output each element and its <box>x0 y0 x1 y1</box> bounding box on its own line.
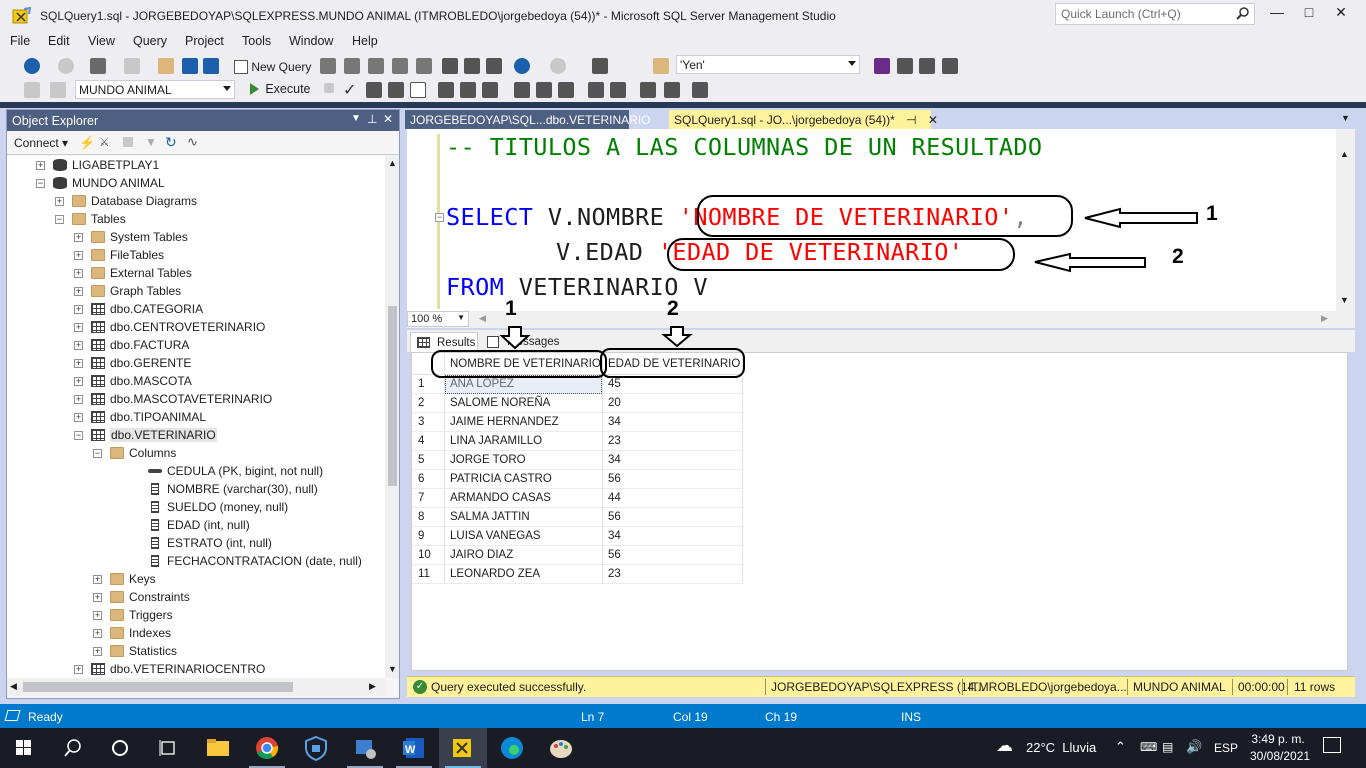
word-button[interactable]: W <box>390 728 438 768</box>
status-divider <box>1232 679 1233 695</box>
status-user: ITMROBLEDO\jorgebedoya... <box>968 680 1127 694</box>
status-divider <box>962 679 963 695</box>
svg-text:W: W <box>405 744 416 756</box>
config-manager-button[interactable] <box>341 728 389 768</box>
arrow-left-1 <box>1084 207 1198 229</box>
cortana-button[interactable] <box>96 728 144 768</box>
query-status-message: Query executed successfully. <box>431 680 587 694</box>
status-insert-mode: INS <box>901 710 922 724</box>
search-button[interactable] <box>48 728 96 768</box>
annotation-arrows <box>499 207 1198 350</box>
status-divider <box>765 679 766 695</box>
shield-icon <box>305 735 327 762</box>
ssms-button[interactable] <box>439 728 487 768</box>
sql-config-icon <box>356 740 376 759</box>
network-icon[interactable]: ▤ <box>1162 740 1173 754</box>
chrome-icon <box>256 737 279 759</box>
status-database: MUNDO ANIMAL <box>1133 680 1226 694</box>
status-ready: Ready <box>28 710 63 724</box>
ssms-icon <box>453 739 471 757</box>
arrow-down-2 <box>661 326 693 348</box>
show-hidden-icons[interactable]: ⌃ <box>1115 739 1126 755</box>
clock-time[interactable]: 3:49 p. m. <box>1250 732 1306 746</box>
start-button[interactable] <box>0 728 48 768</box>
input-language[interactable]: ESP <box>1214 741 1238 755</box>
task-view-icon <box>159 740 175 756</box>
word-icon: W <box>403 738 424 758</box>
notifications-icon[interactable] <box>1323 737 1341 753</box>
arrow-down-1 <box>499 326 531 350</box>
status-divider <box>1287 679 1288 695</box>
edge-button[interactable] <box>488 728 536 768</box>
status-row-count: 11 rows <box>1294 680 1336 694</box>
weather-cloud-icon[interactable]: ☁ <box>996 736 1013 756</box>
file-explorer-button[interactable] <box>194 728 242 768</box>
query-status-bar: ✓ Query executed successfully. JORGEBEDO… <box>407 676 1355 697</box>
search-icon <box>64 739 81 757</box>
status-line: Ln 7 <box>581 710 605 724</box>
status-divider <box>1127 679 1128 695</box>
output-icon <box>4 710 21 721</box>
windows-logo-icon <box>16 740 31 755</box>
folder-icon <box>207 739 229 756</box>
paint-button[interactable] <box>537 728 585 768</box>
edge-icon <box>501 737 523 759</box>
arrow-left-2 <box>1034 252 1146 273</box>
cortana-icon <box>112 740 128 756</box>
keyboard-icon[interactable]: ⌨ <box>1140 740 1157 754</box>
defender-button[interactable] <box>292 728 340 768</box>
success-check-icon: ✓ <box>413 680 427 694</box>
status-column: Col 19 <box>673 710 708 724</box>
windows-taskbar: W ☁ 22°C Lluvia ⌃ ⌨ ▤ 🔊 ESP 3:49 p. m. 3… <box>0 728 1366 768</box>
volume-icon[interactable]: 🔊 <box>1186 739 1202 755</box>
status-server: JORGEBEDOYAP\SQLEXPRESS (14... <box>771 680 985 694</box>
paint-icon <box>550 740 572 758</box>
task-view-button[interactable] <box>144 728 192 768</box>
app-status-bar: Ready Ln 7 Col 19 Ch 19 INS <box>0 704 1366 728</box>
weather-text[interactable]: 22°C Lluvia <box>1026 740 1096 755</box>
status-char: Ch 19 <box>765 710 798 724</box>
chrome-button[interactable] <box>243 728 291 768</box>
status-elapsed-time: 00:00:00 <box>1238 680 1285 694</box>
clock-date[interactable]: 30/08/2021 <box>1250 749 1310 763</box>
